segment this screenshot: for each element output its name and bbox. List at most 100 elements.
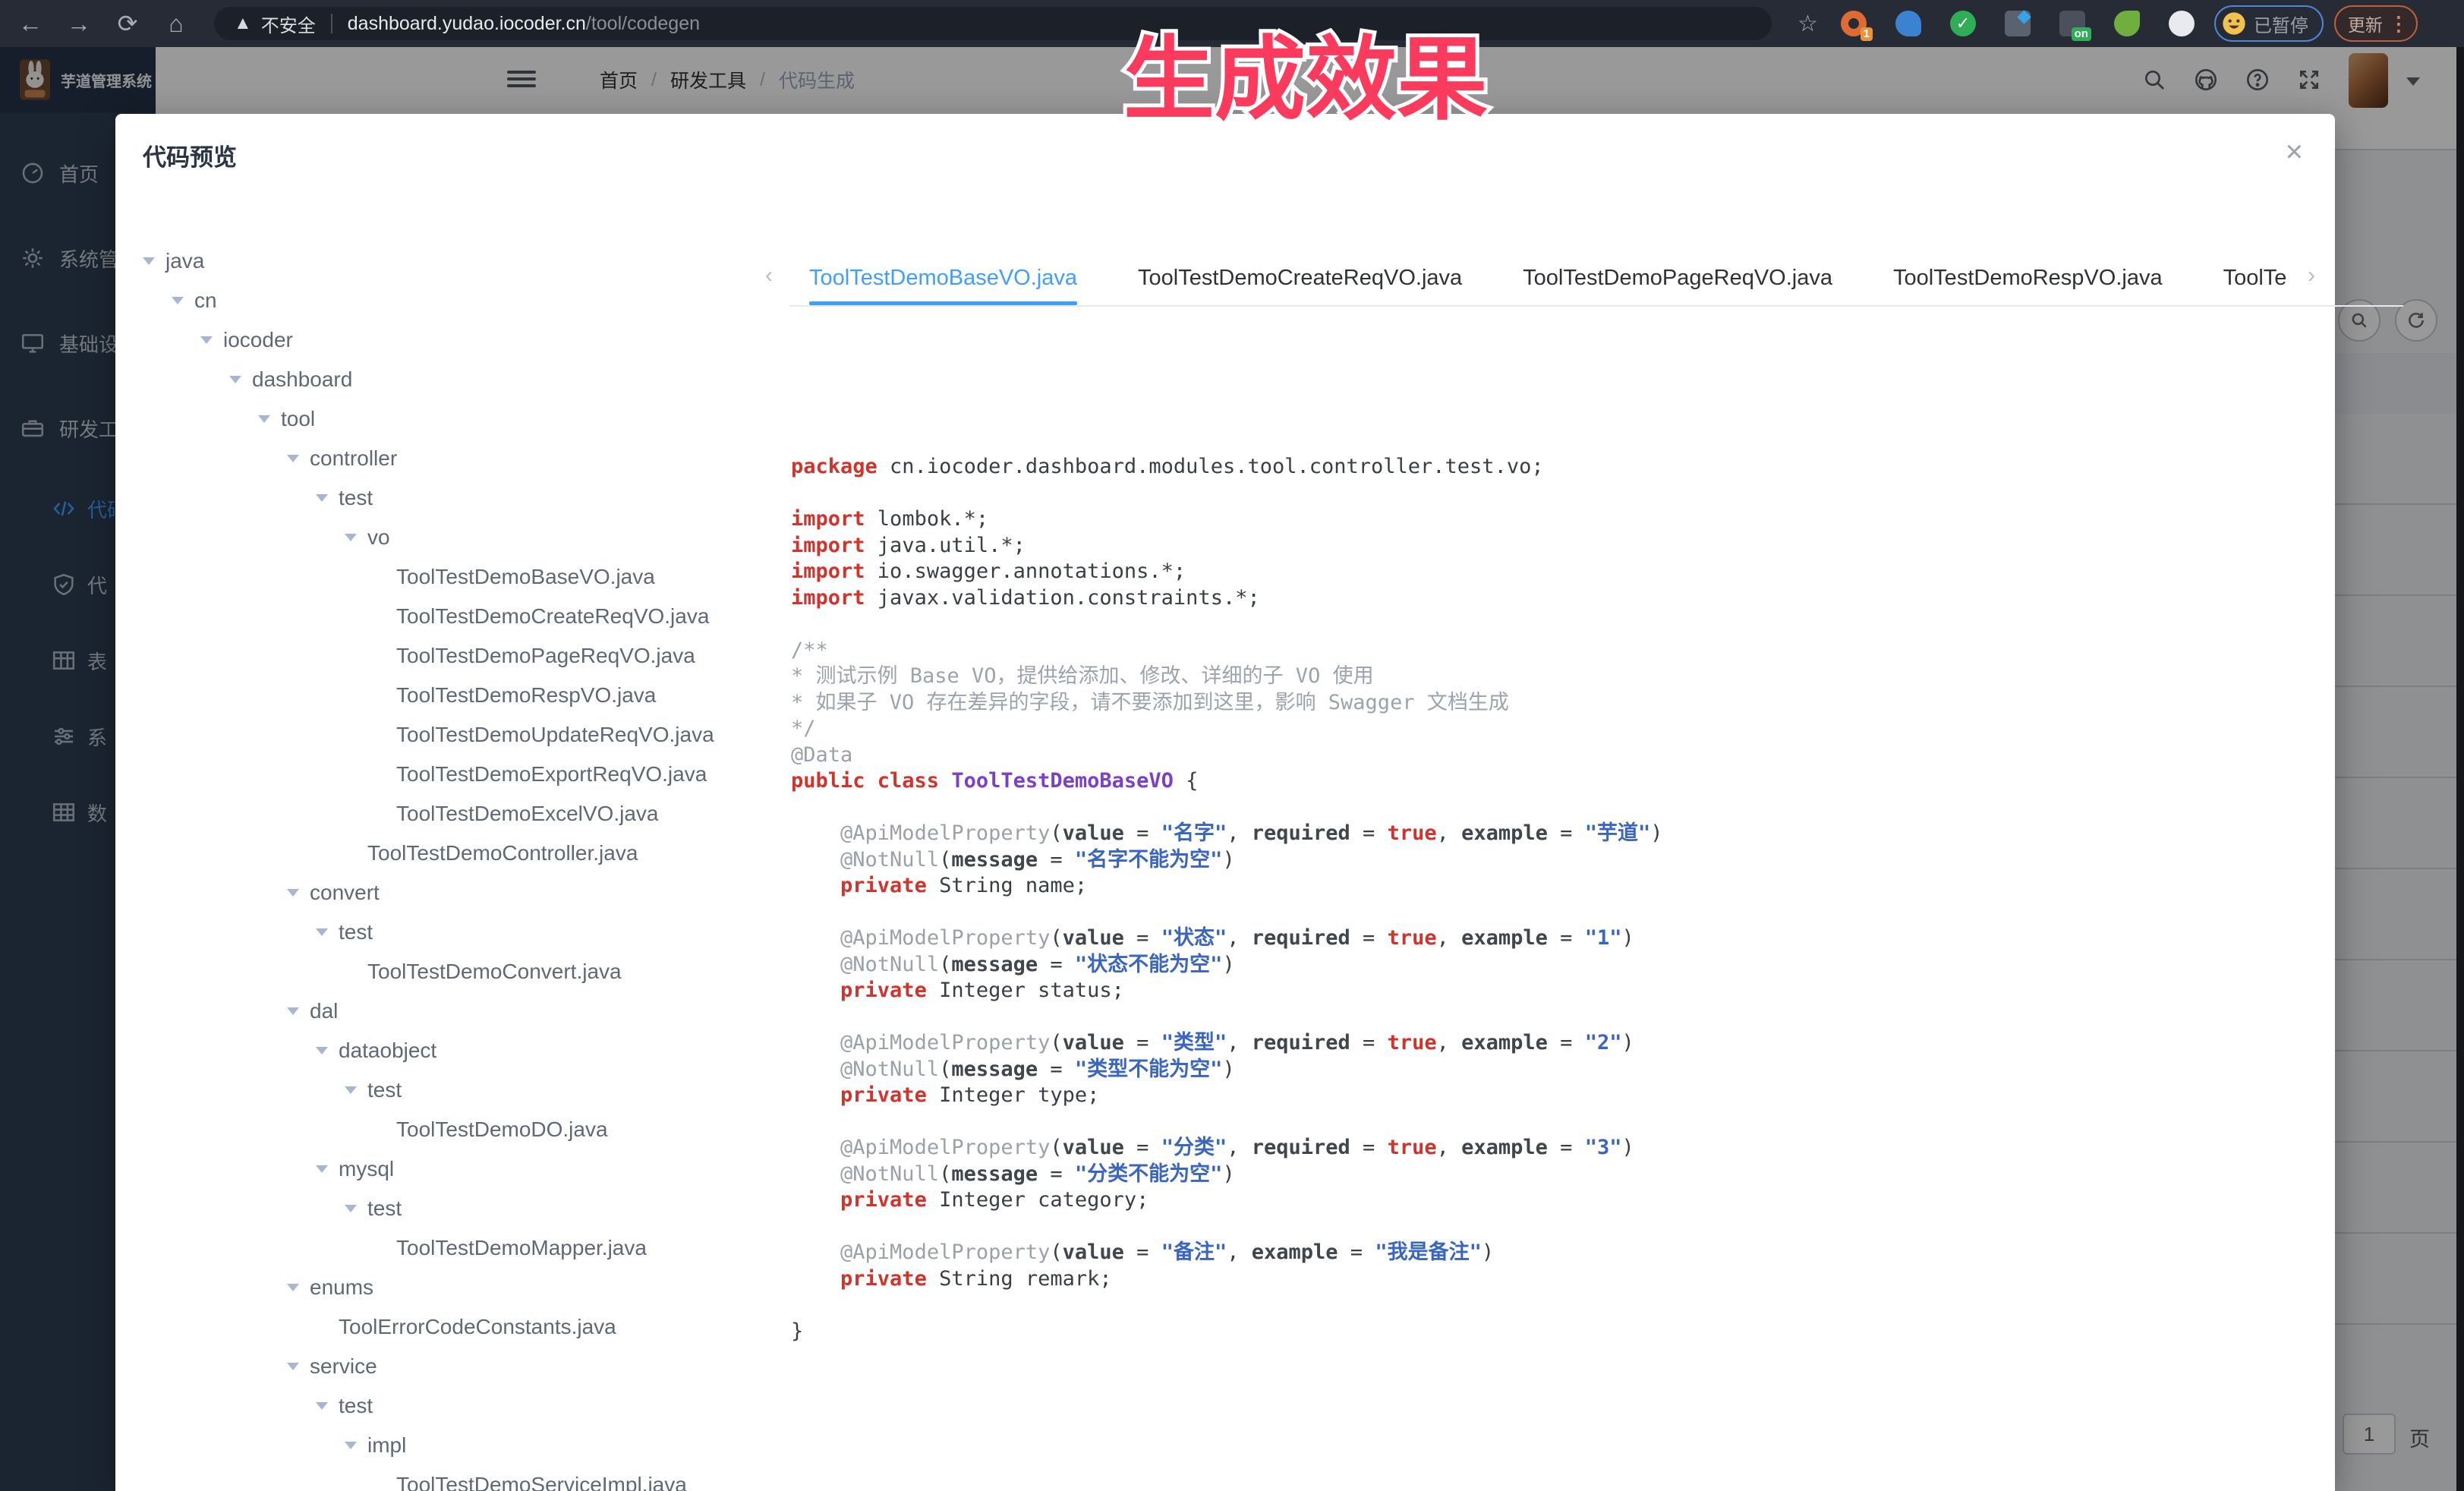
tree-folder-row[interactable]: test	[143, 913, 773, 952]
tree-file-row[interactable]: ToolTestDemoDO.java	[143, 1110, 773, 1149]
tree-file-row[interactable]: ToolTestDemoMapper.java	[143, 1228, 773, 1268]
tree-file-row[interactable]: ToolTestDemoServiceImpl.java	[143, 1465, 773, 1491]
tree-file-row[interactable]: ToolTestDemoExportReqVO.java	[143, 755, 773, 794]
tabs-prev-icon[interactable]: ‹	[765, 263, 773, 288]
code-line: * 如果子 VO 存在差异的字段，请不要添加到这里，影响 Swagger 文档生…	[791, 690, 2309, 717]
home-icon[interactable]: ⌂	[158, 10, 194, 38]
code-line: @ApiModelProperty(value = "分类", required…	[791, 1135, 2309, 1162]
grammar-icon[interactable]	[2114, 11, 2140, 36]
tree-folder-row[interactable]: test	[143, 1070, 773, 1110]
tree-folder-row[interactable]: dataobject	[143, 1031, 773, 1070]
file-tab[interactable]: ToolTestDemoPageReqVO.java	[1523, 251, 1832, 305]
code-line: @NotNull(message = "状态不能为空")	[791, 952, 2309, 979]
session-manager-icon[interactable]: on	[2059, 11, 2085, 36]
tree-caret-icon[interactable]	[316, 928, 328, 936]
browser-menu-icon[interactable]: ⋮	[2389, 12, 2409, 36]
tree-node-label: ToolTestDemoPageReqVO.java	[396, 644, 695, 668]
code-line: import java.util.*;	[791, 533, 2309, 560]
browser-update-button[interactable]: 更新 ⋮	[2334, 5, 2418, 42]
code-line	[791, 611, 2309, 638]
tree-file-row[interactable]: ToolErrorCodeConstants.java	[143, 1307, 773, 1347]
tree-file-row[interactable]: ToolTestDemoCreateReqVO.java	[143, 597, 773, 636]
tree-file-row[interactable]: ToolTestDemoController.java	[143, 834, 773, 873]
tree-folder-row[interactable]: controller	[143, 439, 773, 478]
code-line: /**	[791, 638, 2309, 664]
tree-caret-icon[interactable]	[316, 494, 328, 502]
location-icon[interactable]	[1895, 11, 1921, 36]
file-tree: javacniocoderdashboardtool controller test…	[143, 241, 773, 1491]
tree-caret-icon[interactable]	[345, 1442, 357, 1449]
back-icon[interactable]: ←	[12, 10, 49, 38]
code-line: * 测试示例 Base VO，提供给添加、修改、详细的子 VO 使用	[791, 664, 2309, 690]
tree-folder-row[interactable]: dal	[143, 991, 773, 1031]
tree-caret-icon[interactable]	[316, 1047, 328, 1054]
forward-icon[interactable]: →	[61, 10, 97, 38]
tree-folder-row[interactable]: test	[143, 1386, 773, 1426]
tree-caret-icon[interactable]	[172, 297, 184, 304]
tree-file-row[interactable]: ToolTestDemoUpdateReqVO.java	[143, 715, 773, 755]
tree-folder-row[interactable]: mysql	[143, 1149, 773, 1189]
tree-file-row[interactable]: ToolTestDemoBaseVO.java	[143, 557, 773, 597]
tree-folder-row[interactable]: dashboard	[143, 360, 773, 399]
tab-manager-icon[interactable]	[2005, 11, 2031, 36]
tree-caret-icon[interactable]	[345, 1086, 357, 1094]
tree-folder-row[interactable]: test	[143, 1189, 773, 1228]
tree-caret-icon[interactable]	[143, 257, 155, 265]
url-bar[interactable]: ▲ 不安全 dashboard.yudao.iocoder.cn/tool/co…	[214, 7, 1772, 40]
reload-icon[interactable]: ⟳	[109, 9, 146, 38]
tree-node-label: controller	[310, 446, 397, 471]
tree-file-row[interactable]: ToolTestDemoPageReqVO.java	[143, 636, 773, 676]
tree-node-label: impl	[367, 1433, 406, 1458]
tree-file-row[interactable]: ToolTestDemoConvert.java	[143, 952, 773, 991]
tree-caret-icon[interactable]	[345, 534, 357, 541]
proxy-check-icon[interactable]	[1950, 11, 1976, 36]
translate-icon[interactable]: 1	[1841, 11, 1867, 36]
tree-caret-icon[interactable]	[229, 376, 241, 383]
code-line: @NotNull(message = "名字不能为空")	[791, 847, 2309, 874]
tree-folder-row[interactable]: impl	[143, 1426, 773, 1465]
file-tab[interactable]: ToolTestDemoRespVO.java	[1893, 251, 2163, 305]
tree-node-label: ToolTestDemoMapper.java	[396, 1236, 647, 1260]
tree-caret-icon[interactable]	[287, 455, 299, 462]
tree-folder-row[interactable]: tool	[143, 399, 773, 439]
tree-caret-icon[interactable]	[200, 336, 213, 344]
tree-folder-row[interactable]: iocoder	[143, 320, 773, 360]
tree-caret-icon[interactable]	[316, 1165, 328, 1173]
bookmark-star-icon[interactable]: ☆	[1798, 11, 1818, 37]
tree-folder-row[interactable]: test	[143, 478, 773, 518]
tree-node-label: ToolTestDemoExportReqVO.java	[396, 762, 707, 786]
extensions-puzzle-icon[interactable]	[2169, 11, 2195, 36]
tree-caret-icon[interactable]	[287, 1363, 299, 1370]
file-tab[interactable]: ToolTestDemoBaseVO.java	[809, 251, 1077, 305]
tree-caret-icon[interactable]	[316, 1402, 328, 1410]
paused-extension-pill[interactable]: 已暂停	[2214, 5, 2324, 42]
tree-folder-row[interactable]: vo	[143, 518, 773, 557]
code-line: import javax.validation.constraints.*;	[791, 585, 2309, 612]
tree-caret-icon[interactable]	[258, 415, 270, 423]
tree-node-label: test	[339, 486, 373, 510]
tree-node-label: test	[367, 1196, 402, 1221]
browser-toolbar: ← → ⟳ ⌂ ▲ 不安全 dashboard.yudao.iocoder.cn…	[0, 0, 2464, 47]
tree-caret-icon[interactable]	[287, 1284, 299, 1291]
tree-folder-row[interactable]: cn	[143, 281, 773, 320]
tree-caret-icon[interactable]	[345, 1205, 357, 1212]
file-tab[interactable]: ToolTestDemoCreateReqVO.java	[1138, 251, 1462, 305]
tree-caret-icon[interactable]	[287, 889, 299, 897]
tree-caret-icon[interactable]	[287, 1007, 299, 1015]
tree-file-row[interactable]: ToolTestDemoRespVO.java	[143, 676, 773, 715]
tree-node-label: test	[367, 1078, 402, 1102]
tabs-next-icon[interactable]: ›	[2308, 263, 2315, 288]
security-label: 不安全	[261, 11, 316, 37]
tree-file-row[interactable]: ToolTestDemoExcelVO.java	[143, 794, 773, 834]
code-line: private Integer type;	[791, 1083, 2309, 1109]
tree-node-label: ToolErrorCodeConstants.java	[339, 1315, 616, 1339]
tree-folder-row[interactable]: java	[143, 241, 773, 281]
file-tab[interactable]: ToolTe	[2223, 251, 2287, 305]
tree-node-label: ToolTestDemoUpdateReqVO.java	[396, 723, 714, 747]
tree-folder-row[interactable]: enums	[143, 1268, 773, 1307]
extension-icons-row: 1 on	[1841, 11, 2195, 36]
code-line: private Integer status;	[791, 978, 2309, 1004]
close-icon[interactable]: ×	[2286, 137, 2303, 167]
tree-folder-row[interactable]: convert	[143, 873, 773, 913]
tree-folder-row[interactable]: service	[143, 1347, 773, 1386]
